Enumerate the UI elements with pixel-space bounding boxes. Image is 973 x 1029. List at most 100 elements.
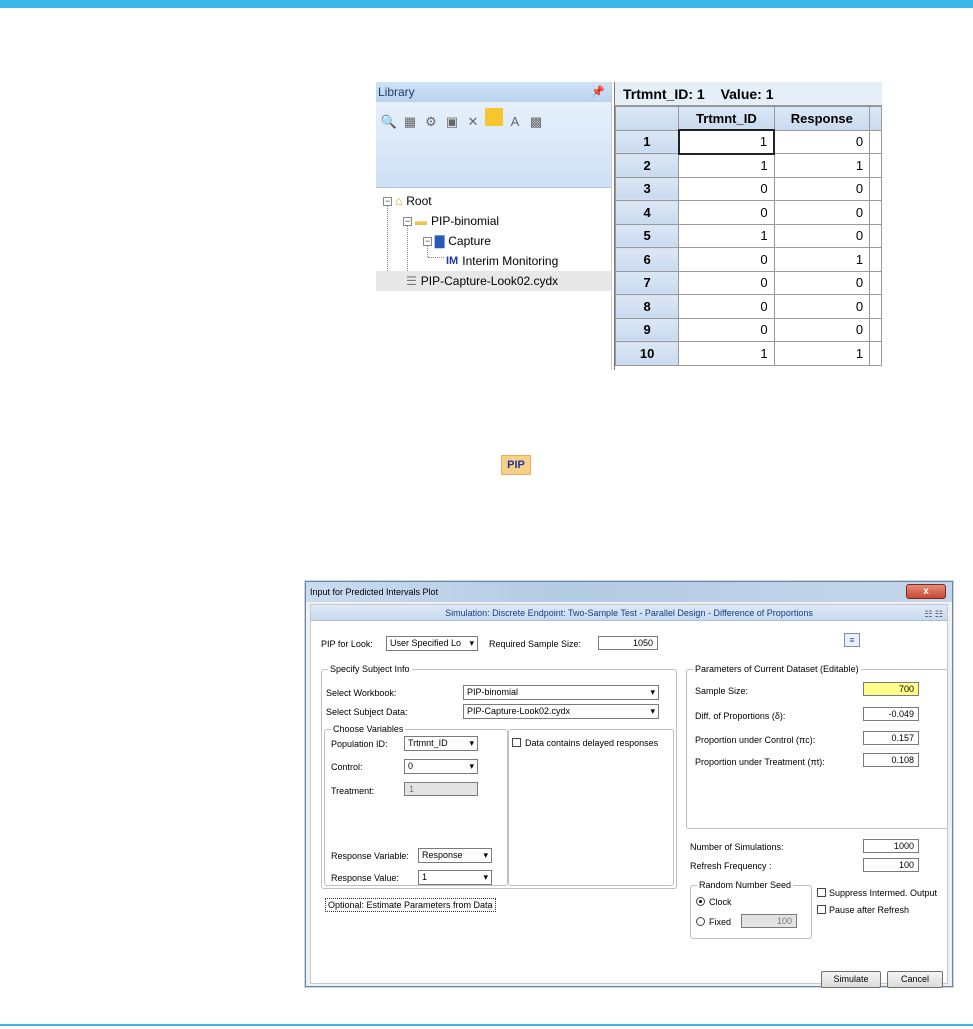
table-row[interactable]: 800 [615,294,882,319]
cell-empty[interactable] [869,153,882,178]
collapse-icon[interactable]: − [403,216,412,226]
cell-trtmnt-id[interactable]: 1 [678,223,775,248]
save-icon[interactable]: ▣ [443,113,461,131]
cell-trtmnt-id[interactable]: 0 [678,176,775,201]
diff-proportions-input[interactable]: -0.049 [863,707,919,721]
column-header[interactable]: Response [773,106,871,131]
cell-trtmnt-id[interactable]: 1 [678,341,775,366]
cell-response[interactable]: 1 [773,247,871,272]
collapse-icon[interactable]: − [423,236,432,246]
proportion-control-input[interactable]: 0.157 [863,731,919,745]
cell-empty[interactable] [869,129,882,154]
estimate-parameters-button[interactable]: Optional: Estimate Parameters from Data [325,898,496,912]
cell-empty[interactable] [869,247,882,272]
cell-response[interactable]: 0 [773,129,871,154]
cell-trtmnt-id[interactable]: 0 [678,247,775,272]
subject-data-label: Select Subject Data: [326,707,408,717]
required-sample-size-input[interactable]: 1050 [598,636,658,650]
collapse-icon[interactable]: − [383,196,392,206]
pip-icon[interactable]: PIP [501,455,531,475]
cell-response[interactable]: 0 [773,176,871,201]
cell-empty[interactable] [869,176,882,201]
response-variable-select[interactable]: Response [418,848,492,863]
row-number[interactable]: 6 [615,247,680,272]
num-simulations-input[interactable]: 1000 [863,839,919,853]
refresh-frequency-input[interactable]: 100 [863,858,919,872]
cell-response[interactable]: 0 [773,270,871,295]
cell-empty[interactable] [869,341,882,366]
tree-node-design[interactable]: − ▇ Capture [423,231,491,251]
cell-response[interactable]: 0 [773,294,871,319]
subject-data-select[interactable]: PIP-Capture-Look02.cydx [463,704,659,719]
table-row[interactable]: 211 [615,153,882,178]
cancel-button[interactable]: Cancel [887,971,943,988]
table-row[interactable]: 10 1 1 [615,341,882,366]
settings-icon[interactable]: ⚙ [422,113,440,131]
table-row[interactable]: 700 [615,270,882,295]
proportion-treatment-input[interactable]: 0.108 [863,753,919,767]
control-select[interactable]: 0 [404,759,478,774]
group-title: Parameters of Current Dataset (Editable) [693,663,861,675]
note-icon[interactable] [485,108,503,126]
cell-response[interactable]: 1 [773,341,871,366]
delayed-responses-checkbox[interactable] [512,738,521,747]
cell-response[interactable]: 0 [773,200,871,225]
tree-node-root[interactable]: − ⌂ Root [383,191,432,211]
population-id-select[interactable]: Trtmnt_ID [404,736,478,751]
toolbar-icons[interactable]: ☷ ☷ [924,606,943,622]
chart-icon[interactable]: ≡ [844,633,860,647]
row-number[interactable]: 1 [615,129,680,154]
fixed-radio[interactable] [696,917,705,926]
row-number[interactable]: 5 [615,223,680,248]
cell-trtmnt-id[interactable]: 0 [678,270,775,295]
row-number[interactable]: 3 [615,176,680,201]
row-number[interactable]: 4 [615,200,680,225]
save-all-icon[interactable]: ▩ [527,113,545,131]
cell-trtmnt-id[interactable]: 0 [678,317,775,342]
table-row[interactable]: 110 [615,129,882,155]
fixed-seed-input: 100 [741,914,797,928]
cell-trtmnt-id[interactable]: 0 [678,200,775,225]
pin-icon[interactable]: 📌 [591,82,605,102]
tree-node-interim-monitoring[interactable]: IM Interim Monitoring [446,251,558,271]
pip-for-look-select[interactable]: User Specified Lo [386,636,478,651]
grid-tool-icon[interactable]: ▦ [401,113,419,131]
row-number[interactable]: 9 [615,317,680,342]
pause-refresh-checkbox[interactable] [817,905,826,914]
cell-response[interactable]: 0 [773,317,871,342]
cell-trtmnt-id[interactable]: 0 [678,294,775,319]
tree-node-dataset[interactable]: ☰ PIP-Capture-Look02.cydx [376,271,611,291]
corner-cell[interactable] [615,106,680,131]
tree-node-workbook[interactable]: − ▬ PIP-binomial [403,211,499,231]
cell-response[interactable]: 1 [773,153,871,178]
response-value-select[interactable]: 1 [418,870,492,885]
suppress-output-checkbox[interactable] [817,888,826,897]
cell-empty[interactable] [869,223,882,248]
row-number[interactable]: 2 [615,153,680,178]
cell-empty[interactable] [869,294,882,319]
table-row[interactable]: 601 [615,247,882,272]
delete-icon[interactable]: ✕ [464,113,482,131]
table-row[interactable]: 400 [615,200,882,225]
rename-icon[interactable]: A [506,113,524,131]
simulate-button[interactable]: Simulate [821,971,881,988]
table-row[interactable]: 900 [615,317,882,342]
table-row[interactable]: 510 [615,223,882,248]
cell-empty[interactable] [869,270,882,295]
row-number[interactable]: 8 [615,294,680,319]
cell-empty[interactable] [869,200,882,225]
close-button[interactable]: x [906,584,946,599]
cell-trtmnt-id[interactable]: 1 [678,153,775,178]
workbook-select[interactable]: PIP-binomial [463,685,659,700]
column-header[interactable] [869,106,882,131]
cell-empty[interactable] [869,317,882,342]
row-number[interactable]: 7 [615,270,680,295]
clock-radio[interactable] [696,897,705,906]
cell-response[interactable]: 0 [773,223,871,248]
search-icon[interactable]: 🔍 [380,113,398,131]
table-row[interactable]: 300 [615,176,882,201]
row-number[interactable]: 10 [615,341,680,366]
column-header[interactable]: Trtmnt_ID [678,106,775,131]
sample-size-input[interactable]: 700 [863,682,919,696]
cell-trtmnt-id[interactable]: 1 [677,129,776,155]
